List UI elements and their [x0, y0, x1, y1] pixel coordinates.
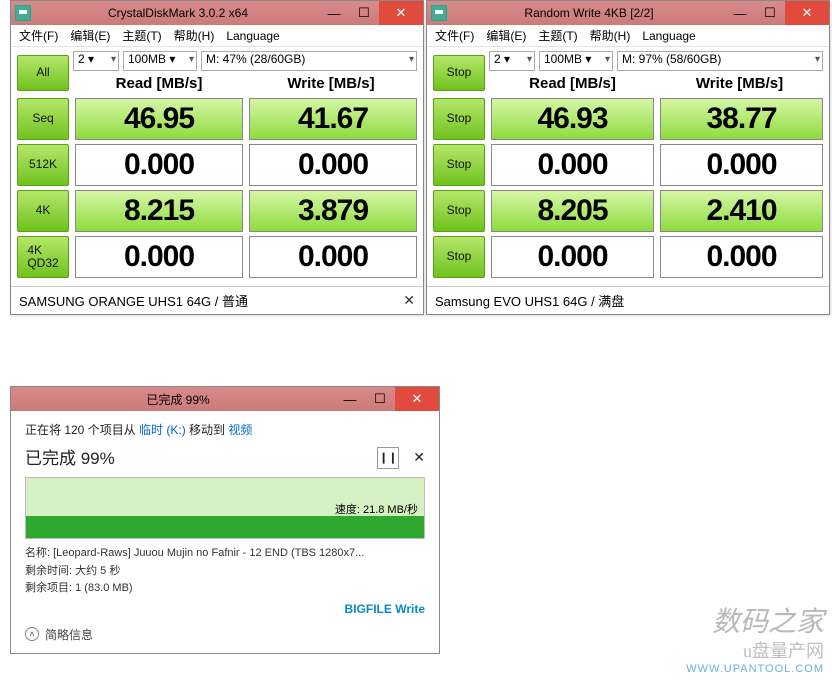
titlebar-copy[interactable]: 已完成 99% — ☐ ✕	[11, 387, 439, 411]
pause-button[interactable]: ❙❙	[377, 447, 399, 469]
stop-button[interactable]: Stop	[433, 55, 485, 91]
read-value: 46.93	[491, 98, 654, 140]
header-read: Read [MB/s]	[73, 73, 245, 94]
clear-status-icon[interactable]: ✕	[403, 292, 415, 309]
read-value: 8.215	[75, 190, 243, 232]
menu-item[interactable]: 文件(F)	[435, 27, 474, 44]
toolbar: All 2 ▾ 100MB ▾ M: 47% (28/60GB) Read [M…	[11, 47, 423, 98]
maximize-button[interactable]: ☐	[755, 1, 785, 25]
test-button[interactable]: Seq	[17, 98, 69, 140]
read-value: 8.205	[491, 190, 654, 232]
read-value: 0.000	[75, 236, 243, 278]
status-text: SAMSUNG ORANGE UHS1 64G / 普通	[19, 291, 248, 310]
copy-headline: 已完成 99%	[25, 444, 371, 469]
transfer-rate-chart: 速度: 21.8 MB/秒	[25, 477, 425, 539]
app-icon	[15, 5, 31, 21]
meta-items: 剩余项目: 1 (83.0 MB)	[25, 580, 425, 598]
drive-select[interactable]: M: 97% (58/60GB)	[617, 51, 823, 71]
write-value: 0.000	[249, 236, 417, 278]
read-value: 46.95	[75, 98, 243, 140]
test-button[interactable]: Stop	[433, 236, 485, 278]
menu-item[interactable]: 文件(F)	[19, 27, 58, 44]
read-value: 0.000	[491, 236, 654, 278]
menubar[interactable]: 文件(F) 编辑(E) 主题(T) 帮助(H) Language	[11, 25, 423, 47]
size-select[interactable]: 100MB ▾	[539, 51, 613, 71]
all-button[interactable]: All	[17, 55, 69, 91]
rate-label: 速度: 21.8 MB/秒	[335, 501, 418, 517]
close-button[interactable]: ✕	[395, 387, 439, 411]
menu-item[interactable]: 编辑(E)	[486, 27, 526, 44]
maximize-button[interactable]: ☐	[349, 1, 379, 25]
app-icon	[431, 5, 447, 21]
crystalmark-window-left: CrystalDiskMark 3.0.2 x64 — ☐ ✕ 文件(F) 编辑(…	[10, 0, 424, 315]
toolbar: Stop 2 ▾ 100MB ▾ M: 97% (58/60GB) Read […	[427, 47, 829, 98]
close-button[interactable]: ✕	[379, 1, 423, 25]
menu-item[interactable]: 帮助(H)	[174, 27, 215, 44]
test-button[interactable]: 4K	[17, 190, 69, 232]
test-button[interactable]: Stop	[433, 190, 485, 232]
runs-select[interactable]: 2 ▾	[489, 51, 535, 71]
statusbar: Samsung EVO UHS1 64G / 满盘	[427, 286, 829, 314]
write-value: 41.67	[249, 98, 417, 140]
dest-link[interactable]: 视频	[228, 423, 252, 437]
statusbar: SAMSUNG ORANGE UHS1 64G / 普通 ✕	[11, 286, 423, 314]
menu-item[interactable]: 帮助(H)	[590, 27, 631, 44]
drive-select[interactable]: M: 47% (28/60GB)	[201, 51, 417, 71]
watermark: 数码之家 u盘量产网 WWW.UPANTOOL.COM	[686, 609, 824, 675]
minimize-button[interactable]: —	[725, 1, 755, 25]
cancel-button[interactable]: ✕	[413, 449, 425, 466]
write-value: 0.000	[660, 144, 823, 186]
copy-title: 已完成 99%	[21, 391, 335, 408]
status-text: Samsung EVO UHS1 64G / 满盘	[435, 291, 624, 310]
menu-item[interactable]: 主题(T)	[122, 27, 161, 44]
header-read: Read [MB/s]	[489, 73, 656, 94]
read-value: 0.000	[75, 144, 243, 186]
test-button[interactable]: 512K	[17, 144, 69, 186]
test-button[interactable]: Stop	[433, 144, 485, 186]
source-link[interactable]: 临时 (K:)	[139, 423, 186, 437]
titlebar-left[interactable]: CrystalDiskMark 3.0.2 x64 — ☐ ✕	[11, 1, 423, 25]
test-button[interactable]: 4KQD32	[17, 236, 69, 278]
copy-summary: 正在将 120 个项目从 临时 (K:) 移动到 视频	[25, 421, 425, 438]
benchmark-rows: Stop46.9338.77Stop0.0000.000Stop8.2052.4…	[427, 98, 829, 286]
benchmark-rows: Seq46.9541.67512K0.0000.0004K8.2153.8794…	[11, 98, 423, 286]
minimize-button[interactable]: —	[335, 387, 365, 411]
size-select[interactable]: 100MB ▾	[123, 51, 197, 71]
close-button[interactable]: ✕	[785, 1, 829, 25]
header-write: Write [MB/s]	[245, 73, 417, 94]
meta-name: 名称: [Leopard-Raws] Juuou Mujin no Fafnir…	[25, 545, 425, 563]
header-write: Write [MB/s]	[656, 73, 823, 94]
meta-time: 剩余时间: 大约 5 秒	[25, 563, 425, 581]
menu-item[interactable]: 主题(T)	[538, 27, 577, 44]
maximize-button[interactable]: ☐	[365, 387, 395, 411]
write-value: 0.000	[660, 236, 823, 278]
window-title: CrystalDiskMark 3.0.2 x64	[37, 6, 319, 20]
chevron-up-icon: ˄	[25, 627, 39, 641]
write-value: 38.77	[660, 98, 823, 140]
copy-progress-window: 已完成 99% — ☐ ✕ 正在将 120 个项目从 临时 (K:) 移动到 视…	[10, 386, 440, 654]
test-button[interactable]: Stop	[433, 98, 485, 140]
read-value: 0.000	[491, 144, 654, 186]
titlebar-right[interactable]: Random Write 4KB [2/2] — ☐ ✕	[427, 1, 829, 25]
runs-select[interactable]: 2 ▾	[73, 51, 119, 71]
minimize-button[interactable]: —	[319, 1, 349, 25]
write-value: 0.000	[249, 144, 417, 186]
menu-item[interactable]: Language	[642, 29, 695, 43]
menu-item[interactable]: 编辑(E)	[70, 27, 110, 44]
menubar[interactable]: 文件(F) 编辑(E) 主题(T) 帮助(H) Language	[427, 25, 829, 47]
window-title: Random Write 4KB [2/2]	[453, 6, 725, 20]
crystalmark-window-right: Random Write 4KB [2/2] — ☐ ✕ 文件(F) 编辑(E) 主…	[426, 0, 830, 315]
bigfile-label: BIGFILE Write	[25, 602, 425, 616]
fewer-details-toggle[interactable]: ˄ 简略信息	[25, 626, 425, 643]
write-value: 3.879	[249, 190, 417, 232]
write-value: 2.410	[660, 190, 823, 232]
menu-item[interactable]: Language	[226, 29, 279, 43]
